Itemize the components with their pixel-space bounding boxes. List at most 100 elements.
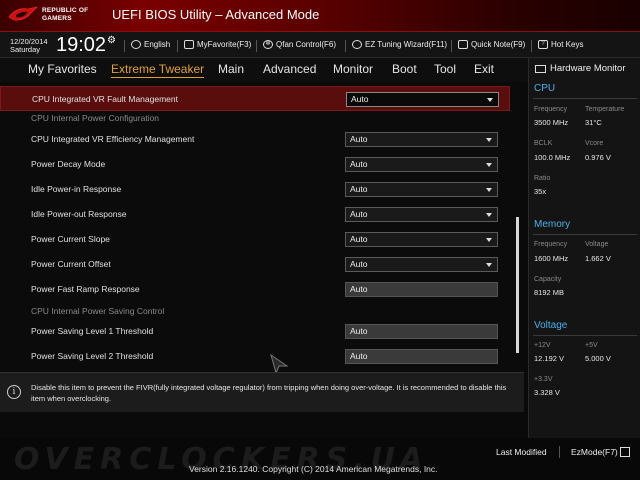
title-bar: REPUBLIC OF GAMERS UEFI BIOS Utility – A…	[0, 0, 640, 32]
dropdown-value: Auto	[350, 184, 368, 194]
setting-row-power-saving-level-2[interactable]: Power Saving Level 2 Threshold Auto	[0, 344, 510, 369]
fan-icon: ✻	[263, 40, 273, 49]
setting-dropdown[interactable]: Auto	[345, 157, 498, 172]
info-icon: i	[7, 385, 21, 399]
clock-time: 19:02	[56, 34, 107, 56]
dropdown-value: Auto	[350, 159, 368, 169]
setting-row-power-current-slope[interactable]: Power Current Slope Auto	[0, 227, 510, 252]
tab-main[interactable]: Main	[218, 62, 244, 76]
favorite-monitor-icon	[184, 40, 194, 49]
last-modified-button[interactable]: Last Modified	[496, 447, 547, 457]
qfan-control-button[interactable]: ✻ Qfan Control(F6)	[263, 40, 336, 49]
language-label: English	[144, 40, 171, 49]
cpu-ratio-value: 35x	[534, 187, 547, 196]
cpu-vcore-value: 0.976 V	[585, 153, 611, 162]
cpu-frequency-value: 3500 MHz	[534, 118, 569, 127]
logo-text-line2: GAMERS	[42, 15, 72, 22]
rog-logo: REPUBLIC OF GAMERS	[8, 5, 88, 25]
setting-dropdown[interactable]: Auto	[345, 257, 498, 272]
cpu-ratio-label: Ratio	[534, 175, 551, 182]
memory-frequency-value: 1600 MHz	[534, 254, 569, 263]
bulb-icon	[352, 40, 362, 49]
setting-row-power-saving-level-1[interactable]: Power Saving Level 1 Threshold Auto	[0, 319, 510, 344]
voltage-5v-value: 5.000 V	[585, 354, 611, 363]
help-icon: ?	[538, 40, 548, 49]
setting-label: Power Current Slope	[31, 234, 110, 244]
globe-icon	[131, 40, 141, 49]
tab-boot[interactable]: Boot	[392, 62, 417, 76]
chevron-down-icon	[486, 138, 492, 142]
cpu-frequency-label: Frequency	[534, 106, 568, 113]
status-bar: OVERCLOCKERS.UA Last Modified EzMode(F7)…	[0, 438, 640, 480]
divider	[533, 335, 637, 336]
setting-label: Power Saving Level 2 Threshold	[31, 351, 154, 361]
hardware-monitor-panel: Hardware Monitor CPU Frequency Temperatu…	[528, 58, 640, 438]
help-description-bar: i Disable this item to prevent the FIVR(…	[0, 372, 524, 412]
ez-tuning-label: EZ Tuning Wizard(F11)	[365, 40, 448, 49]
setting-dropdown[interactable]: Auto	[345, 207, 498, 222]
cpu-bclk-label: BCLK	[534, 140, 553, 147]
dropdown-value: Auto	[350, 234, 368, 244]
dropdown-value: Auto	[351, 94, 369, 104]
setting-dropdown[interactable]: Auto	[345, 232, 498, 247]
section-label: CPU Internal Power Configuration	[31, 113, 160, 123]
tab-advanced[interactable]: Advanced	[263, 62, 316, 76]
ezmode-button[interactable]: EzMode(F7)	[571, 447, 630, 457]
voltage-12v-label: +12V	[534, 342, 551, 349]
setting-label: Power Current Offset	[31, 259, 111, 269]
dropdown-value: Auto	[350, 209, 368, 219]
setting-label: Idle Power-in Response	[31, 184, 122, 194]
divider	[531, 40, 532, 52]
chevron-down-icon	[486, 213, 492, 217]
setting-label: Power Saving Level 1 Threshold	[31, 326, 154, 336]
tab-my-favorites[interactable]: My Favorites	[28, 62, 97, 76]
section-label: CPU Internal Power Saving Control	[31, 306, 165, 316]
quick-note-label: Quick Note(F9)	[471, 40, 526, 49]
memory-frequency-label: Frequency	[534, 241, 568, 248]
cpu-heading: CPU	[534, 83, 556, 94]
quick-note-button[interactable]: Quick Note(F9)	[458, 40, 525, 49]
setting-text-field[interactable]: Auto	[345, 349, 498, 364]
hardware-monitor-header: Hardware Monitor	[535, 63, 626, 74]
divider	[533, 234, 637, 235]
setting-dropdown[interactable]: Auto	[345, 132, 498, 147]
setting-text-field[interactable]: Auto	[345, 282, 498, 297]
myfavorite-button[interactable]: MyFavorite(F3)	[184, 40, 251, 49]
setting-dropdown[interactable]: Auto	[346, 92, 499, 107]
hot-keys-button[interactable]: ? Hot Keys	[538, 40, 583, 49]
setting-row-power-decay-mode[interactable]: Power Decay Mode Auto	[0, 152, 510, 177]
settings-scrollbar[interactable]	[516, 217, 519, 353]
settings-list: CPU Integrated VR Fault Management Auto …	[0, 84, 520, 374]
setting-label: CPU Integrated VR Fault Management	[32, 94, 178, 104]
setting-row-idle-power-in[interactable]: Idle Power-in Response Auto	[0, 177, 510, 202]
tab-extreme-tweaker[interactable]: Extreme Tweaker	[111, 62, 205, 78]
divider	[533, 98, 637, 99]
logo-text-line1: REPUBLIC OF	[42, 7, 89, 14]
myfavorite-label: MyFavorite(F3)	[197, 40, 252, 49]
exit-arrow-icon	[619, 447, 630, 457]
setting-row-idle-power-out[interactable]: Idle Power-out Response Auto	[0, 202, 510, 227]
setting-row-vr-efficiency-management[interactable]: CPU Integrated VR Efficiency Management …	[0, 127, 510, 152]
ez-tuning-wizard-button[interactable]: EZ Tuning Wizard(F11)	[352, 40, 447, 49]
dropdown-value: Auto	[350, 134, 368, 144]
setting-dropdown[interactable]: Auto	[345, 182, 498, 197]
setting-label: CPU Integrated VR Efficiency Management	[31, 134, 195, 144]
setting-text-field[interactable]: Auto	[345, 324, 498, 339]
setting-row-power-current-offset[interactable]: Power Current Offset Auto	[0, 252, 510, 277]
voltage-heading: Voltage	[534, 320, 568, 331]
setting-label: Idle Power-out Response	[31, 209, 127, 219]
tab-tool[interactable]: Tool	[434, 62, 456, 76]
date-display: 12/20/2014 Saturday	[10, 38, 48, 54]
tab-exit[interactable]: Exit	[474, 62, 494, 76]
setting-label: Power Decay Mode	[31, 159, 106, 169]
divider	[559, 446, 560, 458]
cpu-vcore-label: Vcore	[585, 140, 604, 147]
rog-eye-icon	[8, 6, 38, 21]
voltage-12v-value: 12.192 V	[534, 354, 565, 363]
clock-settings-gear-icon[interactable]: ⚙	[107, 35, 116, 46]
tab-monitor[interactable]: Monitor	[333, 62, 373, 76]
divider	[345, 40, 346, 52]
language-button[interactable]: English	[131, 40, 170, 49]
setting-label: Power Fast Ramp Response	[31, 284, 140, 294]
version-text: Version 2.16.1240. Copyright (C) 2014 Am…	[189, 464, 438, 474]
